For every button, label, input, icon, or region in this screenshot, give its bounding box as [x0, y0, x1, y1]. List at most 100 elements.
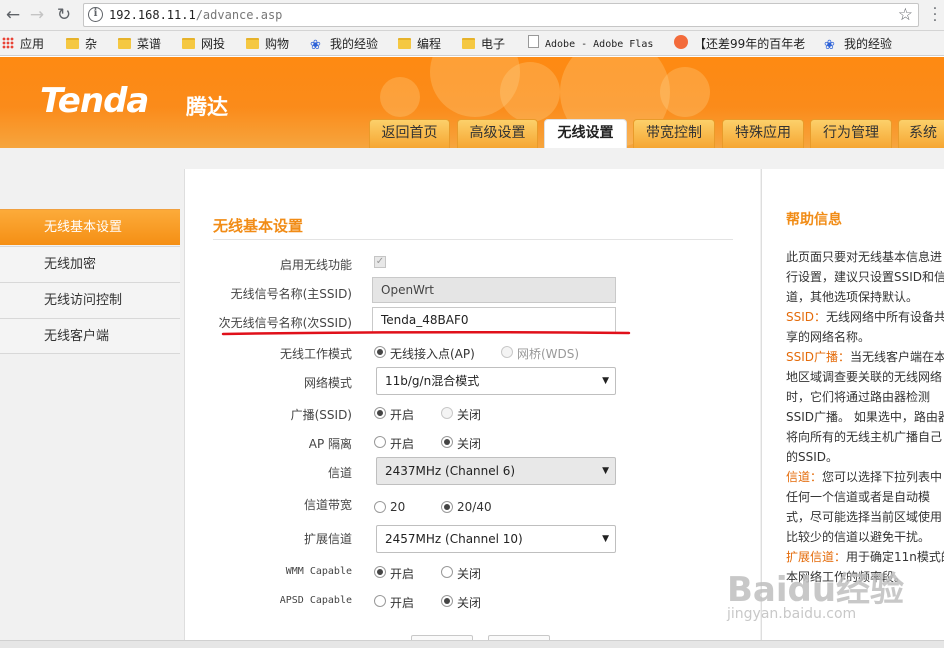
- ssid-main-label: 无线信号名称(主SSID): [230, 287, 352, 301]
- dropdown-arrow-icon: ▼: [602, 534, 609, 544]
- mode-ap-label: 无线接入点(AP): [390, 347, 475, 361]
- help-line: 任何一个信道或者是自动模: [786, 490, 931, 504]
- tab-system[interactable]: 系统: [898, 119, 944, 148]
- bandwidth-label: 信道带宽: [303, 498, 352, 512]
- bookmark-page[interactable]: 【还差99年的百年老: [674, 35, 814, 53]
- folder-icon: [462, 38, 475, 49]
- site-info-icon[interactable]: i: [88, 7, 103, 22]
- sidebar-item-encryption[interactable]: 无线加密: [0, 246, 180, 282]
- bookmark-folder[interactable]: 电子: [462, 35, 505, 53]
- bookmark-folder[interactable]: 杂: [66, 35, 97, 53]
- orange-icon: [674, 35, 688, 49]
- bookmark-label: Adobe - Adobe Flas: [545, 39, 654, 50]
- baidu-watermark-url: jingyan.baidu.com: [727, 606, 857, 622]
- bookmark-label: 我的经验: [844, 37, 893, 51]
- folder-icon: [66, 38, 79, 49]
- bookmark-page[interactable]: Adobe - Adobe Flas: [528, 35, 662, 53]
- help-line: 将向所有的无线主机广播自己: [786, 430, 943, 444]
- bookmark-apps[interactable]: 应用: [2, 35, 44, 53]
- channel-label: 信道: [327, 466, 352, 480]
- sidebar-item-clients[interactable]: 无线客户端: [0, 318, 180, 354]
- bookmark-folder[interactable]: 购物: [246, 35, 289, 53]
- wmm-label: WMM Capable: [285, 566, 352, 577]
- help-line: 式，尽可能选择当前区域使用: [786, 510, 943, 524]
- ssid-main-field[interactable]: OpenWrt: [372, 277, 616, 303]
- decor-bubble: [500, 62, 560, 122]
- settings-panel: 无线基本设置 启用无线功能 ✓ 无线信号名称(主SSID) OpenWrt 次无…: [184, 169, 760, 648]
- url-text: 192.168.11.1/advance.asp: [109, 8, 282, 22]
- network-mode-label: 网络模式: [303, 376, 352, 390]
- wmm-off-label: 关闭: [457, 567, 482, 581]
- url-host: 192.168.11.1: [109, 8, 196, 22]
- ap-isolation-label: AP 隔离: [308, 437, 352, 451]
- tab-bandwidth[interactable]: 带宽控制: [633, 119, 715, 148]
- folder-icon: [246, 38, 259, 49]
- bookmark-baidu[interactable]: ❀ 我的经验: [310, 35, 378, 53]
- bw-20-label: 20: [390, 500, 406, 514]
- sidebar-item-basic[interactable]: 无线基本设置: [0, 209, 180, 245]
- enable-wireless-checkbox[interactable]: ✓: [374, 256, 386, 268]
- bw-2040-radio[interactable]: [441, 501, 453, 513]
- broadcast-off-radio[interactable]: [441, 407, 453, 419]
- bw-2040-label: 20/40: [457, 500, 492, 514]
- bookmark-label: 应用: [20, 37, 45, 51]
- apsd-on-radio[interactable]: [374, 595, 386, 607]
- broadcast-on-radio[interactable]: [374, 407, 386, 419]
- mode-ap-radio[interactable]: [374, 346, 386, 358]
- isolation-on-label: 开启: [390, 437, 415, 451]
- bookmark-folder[interactable]: 编程: [398, 35, 441, 53]
- wmm-off-radio[interactable]: [441, 566, 453, 578]
- bookmark-baidu[interactable]: ❀ 我的经验: [824, 35, 892, 53]
- wmm-on-label: 开启: [390, 567, 415, 581]
- sidebar-item-access-control[interactable]: 无线访问控制: [0, 282, 180, 318]
- apps-icon: [2, 37, 14, 49]
- wmm-on-radio[interactable]: [374, 566, 386, 578]
- bw-20-radio[interactable]: [374, 501, 386, 513]
- bookmark-star-icon[interactable]: ☆: [898, 5, 913, 25]
- horizontal-scrollbar[interactable]: [0, 640, 944, 648]
- mode-wds-radio[interactable]: [501, 346, 513, 358]
- bookmark-label: 【还差99年的百年老: [694, 37, 806, 51]
- channel-value: 2437MHz (Channel 6): [385, 464, 516, 478]
- page-icon: [528, 35, 539, 48]
- title-divider: [213, 239, 733, 240]
- mode-wds-label: 网桥(WDS): [517, 347, 580, 361]
- network-mode-select[interactable]: 11b/g/n混合模式 ▼: [376, 367, 616, 395]
- help-line: 时，它们将通过路由器检测: [786, 390, 931, 404]
- forward-arrow-icon[interactable]: →: [26, 4, 48, 26]
- apsd-off-radio[interactable]: [441, 595, 453, 607]
- tab-advanced[interactable]: 高级设置: [457, 119, 538, 148]
- isolation-on-radio[interactable]: [374, 436, 386, 448]
- broadcast-off-label: 关闭: [457, 408, 482, 422]
- work-mode-label: 无线工作模式: [279, 347, 352, 361]
- page-title: 无线基本设置: [213, 217, 304, 235]
- bookmark-folder[interactable]: 网投: [182, 35, 225, 53]
- reload-icon[interactable]: ↻: [53, 4, 75, 26]
- browser-menu-icon[interactable]: · · ·: [930, 2, 940, 28]
- back-arrow-icon[interactable]: ←: [2, 4, 24, 26]
- isolation-off-radio[interactable]: [441, 436, 453, 448]
- help-text: 此页面只要对无线基本信息进 行设置，建议只设置SSID和信 道，其他选项保持默认…: [786, 247, 944, 587]
- decor-bubble: [660, 67, 710, 117]
- apsd-label: APSD Capable: [279, 595, 352, 606]
- red-annotation-underline: [221, 330, 631, 336]
- dropdown-arrow-icon: ▼: [602, 466, 609, 476]
- ext-channel-select[interactable]: 2457MHz (Channel 10) ▼: [376, 525, 616, 553]
- ext-channel-label: 扩展信道: [303, 532, 352, 546]
- bookmark-label: 菜谱: [137, 37, 162, 51]
- tab-behavior[interactable]: 行为管理: [810, 119, 892, 148]
- help-line: 道，其他选项保持默认。: [786, 290, 919, 304]
- help-title: 帮助信息: [786, 212, 842, 228]
- folder-icon: [118, 38, 131, 49]
- bookmark-label: 杂: [85, 37, 98, 51]
- baidu-paw-icon: ❀: [824, 38, 835, 53]
- tab-home[interactable]: 返回首页: [369, 119, 450, 148]
- tab-wireless[interactable]: 无线设置: [544, 119, 627, 148]
- channel-select[interactable]: 2437MHz (Channel 6) ▼: [376, 457, 616, 485]
- tab-special-apps[interactable]: 特殊应用: [722, 119, 804, 148]
- help-line: 行设置，建议只设置SSID和信: [786, 270, 944, 284]
- address-bar[interactable]: i 192.168.11.1/advance.asp ☆: [83, 3, 919, 27]
- baidu-watermark: Baidu经验: [727, 570, 905, 610]
- help-line: SSID广播。 如果选中，路由器: [786, 410, 944, 424]
- bookmark-folder[interactable]: 菜谱: [118, 35, 161, 53]
